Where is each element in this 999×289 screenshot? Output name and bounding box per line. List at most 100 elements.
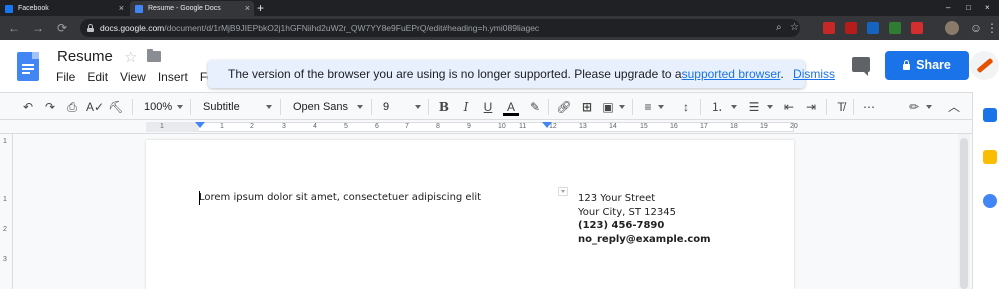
ruler-label: 19 bbox=[760, 123, 768, 130]
url-text[interactable]: docs.google.com/document/d/1rMjB9JIEPbkO… bbox=[100, 22, 539, 34]
ruler-label: 5 bbox=[344, 123, 348, 130]
document-page[interactable]: Lorem ipsum dolor sit amet, consectetuer… bbox=[146, 140, 794, 289]
divider bbox=[700, 99, 701, 115]
ruler-left-margin bbox=[146, 122, 199, 132]
chevron-down-icon[interactable] bbox=[658, 105, 664, 109]
extension-icon[interactable] bbox=[823, 22, 835, 34]
numbered-list-icon[interactable]: ⒈ bbox=[709, 99, 725, 115]
document-title[interactable]: Resume bbox=[57, 48, 113, 65]
unsupported-browser-notice: The version of the browser you are using… bbox=[208, 60, 835, 88]
chevron-down-icon[interactable] bbox=[619, 105, 625, 109]
maximize-button[interactable]: □ bbox=[966, 0, 971, 16]
ruler-label: 20 bbox=[790, 123, 798, 130]
emoji-icon[interactable]: ☺ bbox=[968, 20, 984, 36]
clear-formatting-icon[interactable]: T̸ bbox=[834, 99, 848, 115]
line-spacing-icon[interactable]: ↕ bbox=[678, 99, 694, 115]
forward-button[interactable]: → bbox=[30, 20, 46, 36]
ruler-label: 13 bbox=[579, 123, 587, 130]
align-left-icon[interactable]: ≡ bbox=[640, 99, 656, 115]
increase-indent-icon[interactable]: ⇥ bbox=[803, 99, 819, 115]
reload-button[interactable]: ⟳ bbox=[54, 20, 70, 36]
insert-image-icon[interactable]: ▣ bbox=[600, 99, 616, 115]
zoom-icon[interactable]: ⌕ bbox=[776, 21, 782, 35]
folder-icon[interactable] bbox=[147, 49, 161, 62]
share-button[interactable]: Share bbox=[885, 51, 969, 80]
minimize-button[interactable]: – bbox=[946, 0, 950, 16]
chevron-down-icon[interactable] bbox=[415, 105, 421, 109]
profile-avatar[interactable] bbox=[945, 21, 959, 35]
back-button[interactable]: ← bbox=[6, 20, 22, 36]
menu-bar: File Edit View Insert For bbox=[56, 70, 218, 84]
divider bbox=[371, 99, 372, 115]
close-window-button[interactable]: × bbox=[985, 0, 990, 16]
body-paragraph[interactable]: Lorem ipsum dolor sit amet, consectetuer… bbox=[199, 192, 481, 203]
calendar-icon[interactable] bbox=[983, 108, 997, 122]
zoom-select[interactable]: 100% bbox=[144, 99, 172, 115]
share-label: Share bbox=[916, 58, 951, 72]
paint-format-icon[interactable]: ⛏ bbox=[108, 99, 124, 115]
extension-icon[interactable] bbox=[845, 22, 857, 34]
spellcheck-icon[interactable]: A✓ bbox=[86, 99, 104, 115]
more-options-button[interactable]: ⋯ bbox=[861, 99, 877, 115]
tab-facebook[interactable]: Facebook × bbox=[0, 1, 128, 16]
font-select[interactable]: Open Sans bbox=[293, 99, 348, 115]
chevron-down-icon[interactable] bbox=[767, 105, 773, 109]
italic-button[interactable]: I bbox=[459, 99, 473, 115]
comment-history-icon[interactable] bbox=[852, 57, 870, 76]
divider bbox=[428, 99, 429, 115]
editing-mode-icon[interactable]: ✏ bbox=[906, 99, 922, 115]
ruler-label: 15 bbox=[640, 123, 648, 130]
docs-logo-icon[interactable] bbox=[17, 52, 39, 81]
collapse-menus-icon[interactable]: ︿ bbox=[946, 99, 962, 115]
tasks-icon[interactable] bbox=[983, 194, 997, 208]
undo-icon[interactable]: ↶ bbox=[20, 99, 36, 115]
underline-button[interactable]: U bbox=[481, 99, 495, 115]
highlight-icon[interactable]: ✎ bbox=[527, 99, 543, 115]
divider bbox=[632, 99, 633, 115]
tab-google-docs[interactable]: Resume - Google Docs × bbox=[130, 1, 254, 16]
link-icon[interactable]: 🔗︎ bbox=[556, 99, 572, 115]
browser-toolbar: ← → ⟳ docs.google.com/document/d/1rMjB9J… bbox=[0, 16, 999, 40]
extension-icon[interactable] bbox=[889, 22, 901, 34]
chevron-down-icon[interactable] bbox=[357, 105, 363, 109]
close-tab-icon[interactable]: × bbox=[119, 3, 124, 13]
extension-icon[interactable] bbox=[911, 22, 923, 34]
scrollbar-thumb[interactable] bbox=[960, 138, 968, 289]
account-avatar[interactable] bbox=[970, 51, 999, 80]
bulleted-list-icon[interactable]: ☰ bbox=[746, 99, 762, 115]
style-select[interactable]: Subtitle bbox=[203, 99, 240, 115]
chevron-down-icon[interactable] bbox=[731, 105, 737, 109]
street-line: 123 Your Street bbox=[578, 193, 656, 204]
font-size-select[interactable]: 9 bbox=[383, 99, 389, 115]
menu-insert[interactable]: Insert bbox=[158, 70, 188, 84]
chevron-down-icon[interactable] bbox=[266, 105, 272, 109]
chevron-down-icon[interactable] bbox=[177, 105, 183, 109]
keep-icon[interactable] bbox=[983, 150, 997, 164]
chevron-down-icon[interactable] bbox=[926, 105, 932, 109]
left-indent-marker[interactable] bbox=[195, 122, 205, 128]
table-anchor-icon[interactable] bbox=[558, 187, 568, 196]
new-tab-button[interactable]: + bbox=[257, 0, 264, 16]
bold-button[interactable]: B bbox=[437, 99, 451, 115]
redo-icon[interactable]: ↷ bbox=[42, 99, 58, 115]
dismiss-link[interactable]: Dismiss bbox=[793, 67, 835, 81]
add-comment-icon[interactable]: ⊞ bbox=[579, 99, 595, 115]
supported-browser-link[interactable]: supported browser bbox=[682, 67, 781, 81]
decrease-indent-icon[interactable]: ⇤ bbox=[781, 99, 797, 115]
address-block[interactable]: 123 Your Street Your City, ST 12345 (123… bbox=[578, 192, 711, 246]
menu-view[interactable]: View bbox=[120, 70, 146, 84]
tab-title: Resume - Google Docs bbox=[148, 5, 221, 12]
ruler-label: 3 bbox=[282, 123, 286, 130]
horizontal-ruler: 1 1 2 3 4 5 6 7 8 9 10 11 12 13 14 15 16 17 18 19 20 bbox=[0, 120, 999, 134]
star-icon[interactable]: ☆ bbox=[124, 48, 137, 66]
menu-edit[interactable]: Edit bbox=[87, 70, 108, 84]
close-tab-icon[interactable]: × bbox=[245, 3, 250, 13]
bookmark-star-icon[interactable]: ☆ bbox=[790, 21, 799, 35]
more-menu-icon[interactable]: ⋮ bbox=[984, 20, 999, 36]
extension-icon[interactable] bbox=[867, 22, 879, 34]
address-bar[interactable]: docs.google.com/document/d/1rMjB9JIEPbkO… bbox=[80, 19, 800, 37]
print-icon[interactable]: ⎙ bbox=[64, 99, 80, 115]
menu-file[interactable]: File bbox=[56, 70, 75, 84]
ruler-label: 17 bbox=[700, 123, 708, 130]
lock-icon[interactable] bbox=[87, 24, 94, 32]
